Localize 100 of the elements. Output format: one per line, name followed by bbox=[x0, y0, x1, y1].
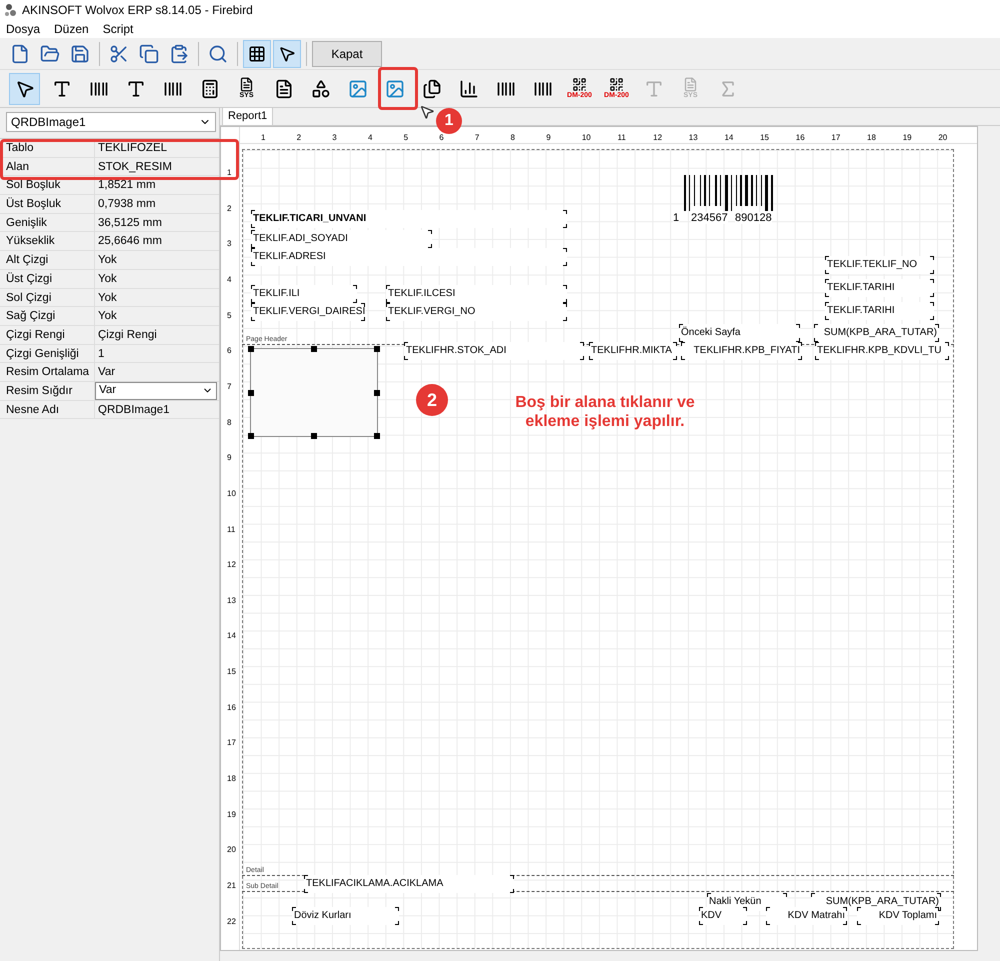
report-field[interactable]: Önceki Sayfa bbox=[679, 324, 800, 342]
property-value[interactable]: TEKLIFOZEL bbox=[95, 139, 217, 157]
barcode-digits: 234567 bbox=[691, 212, 728, 224]
report-field[interactable]: TEKLIF.TEKLIF_NO bbox=[825, 256, 934, 274]
app-icon bbox=[4, 3, 18, 17]
property-value[interactable]: Yok bbox=[95, 288, 217, 306]
report-field[interactable]: TEKLIFHR.KPB_FIYATI bbox=[681, 342, 802, 360]
property-value[interactable]: QRDBImage1 bbox=[95, 400, 217, 418]
image-icon bbox=[348, 78, 368, 98]
ruler-number: 6 bbox=[227, 346, 232, 356]
property-dropdown[interactable]: Var bbox=[95, 382, 217, 400]
barcode-digits: 890128 bbox=[735, 212, 772, 224]
ruler-number: 9 bbox=[546, 133, 551, 143]
ruler-number: 9 bbox=[227, 453, 232, 464]
property-name: Yükseklik bbox=[0, 232, 95, 250]
ruler-number: 16 bbox=[227, 702, 236, 713]
memo-icon bbox=[274, 78, 294, 98]
snap-icon bbox=[278, 44, 296, 62]
ruler-number: 17 bbox=[227, 738, 236, 748]
ruler-number: 3 bbox=[332, 133, 337, 143]
ruler-number: 12 bbox=[227, 560, 236, 570]
text-icon bbox=[644, 78, 664, 98]
ruler-number: 8 bbox=[227, 418, 232, 428]
property-name: Nesne Adı bbox=[0, 400, 95, 418]
object-selector[interactable]: QRDBImage1 bbox=[6, 112, 216, 132]
cursor-icon bbox=[419, 104, 435, 120]
ruler-number: 12 bbox=[653, 133, 662, 143]
ruler-number: 2 bbox=[296, 133, 302, 143]
property-value[interactable]: 0,7938 mm bbox=[95, 195, 217, 213]
ruler-number: 20 bbox=[938, 133, 948, 143]
ruler-number: 1 bbox=[261, 133, 266, 143]
report-field[interactable]: SUM(KPB_ARA_TUTAR) bbox=[814, 324, 939, 342]
report-field[interactable]: KDV bbox=[699, 907, 747, 925]
property-name: Genişlik bbox=[0, 214, 95, 232]
ruler-number: 19 bbox=[902, 133, 912, 143]
property-value[interactable]: Yok bbox=[95, 270, 217, 288]
report-field[interactable]: TEKLIFHR.STOK_ADI bbox=[404, 342, 584, 360]
shape-icon bbox=[310, 78, 330, 98]
ruler-number: 21 bbox=[227, 881, 236, 891]
close-button[interactable]: Kapat bbox=[312, 40, 382, 66]
property-value[interactable]: 25,6646 mm bbox=[95, 232, 217, 250]
ruler-number: 13 bbox=[688, 133, 698, 143]
property-value[interactable]: 1 bbox=[95, 344, 217, 362]
report-field[interactable]: TEKLIF.TARIHI bbox=[825, 302, 934, 320]
report-tab[interactable]: Report1 bbox=[222, 107, 274, 125]
report-field[interactable]: TEKLIF.ADRESI bbox=[251, 248, 567, 266]
property-name: Tablo bbox=[0, 139, 95, 157]
ruler-number: 11 bbox=[618, 133, 626, 143]
system-data-icon bbox=[683, 77, 698, 92]
report-field[interactable]: TEKLIF.TARIHI bbox=[825, 279, 934, 297]
report-field[interactable]: TEKLIF.VERGI_NO bbox=[386, 303, 567, 321]
toggle-button[interactable] bbox=[273, 40, 301, 68]
property-value[interactable]: Yok bbox=[95, 307, 217, 325]
ruler-number: 15 bbox=[760, 133, 769, 143]
ruler-number: 7 bbox=[474, 133, 480, 143]
data-text-icon bbox=[126, 78, 146, 98]
copy-icon bbox=[139, 44, 159, 64]
property-value[interactable]: 1,8521 mm bbox=[95, 176, 217, 194]
property-name: Çizgi Rengi bbox=[0, 326, 95, 344]
report-field[interactable]: TEKLIFHR.MIKTA bbox=[589, 342, 677, 360]
property-value[interactable]: Yok bbox=[95, 251, 217, 269]
report-field[interactable]: TEKLIF.TICARI_UNVANI bbox=[251, 210, 567, 228]
report-field[interactable]: TEKLIF.ILCESI bbox=[386, 285, 567, 303]
report-field[interactable]: TEKLIF.ILI bbox=[251, 285, 357, 303]
ruler-number: 4 bbox=[368, 133, 372, 143]
ruler-number: 5 bbox=[227, 310, 232, 321]
report-field[interactable]: KDV Toplamı bbox=[857, 907, 939, 925]
report-field[interactable]: TEKLIFACIKLAMA.ACIKLAMA bbox=[304, 875, 514, 893]
property-value[interactable]: STOK_RESIM bbox=[95, 158, 217, 176]
report-field[interactable]: Döviz Kurları bbox=[292, 907, 399, 925]
menu-item[interactable]: Düzen bbox=[54, 20, 89, 38]
ruler-number: 17 bbox=[831, 133, 840, 143]
ruler-number: 18 bbox=[227, 774, 236, 784]
tool-button[interactable] bbox=[9, 72, 40, 104]
ruler-number: 4 bbox=[227, 274, 232, 285]
ruler-number: 15 bbox=[227, 667, 236, 678]
property-value[interactable]: 36,5125 mm bbox=[95, 214, 217, 232]
ruler-number: 22 bbox=[227, 916, 236, 927]
ruler-number: 2 bbox=[227, 204, 232, 214]
cut-icon bbox=[109, 44, 129, 64]
property-name: Sol Çizgi bbox=[0, 288, 95, 306]
save-icon bbox=[70, 44, 90, 64]
folder-icon bbox=[40, 44, 60, 64]
matrix-code-icon bbox=[609, 77, 624, 92]
step-badge: 1 bbox=[436, 108, 462, 134]
report-field[interactable]: TEKLIFHR.KPB_KDVLI_TU bbox=[815, 342, 949, 360]
ruler-number: 3 bbox=[227, 239, 232, 250]
ruler-number: 7 bbox=[227, 382, 232, 392]
ruler-number: 19 bbox=[227, 810, 236, 820]
preview-icon bbox=[208, 44, 228, 64]
toggle-button[interactable] bbox=[243, 40, 271, 68]
property-value[interactable]: Var bbox=[95, 363, 217, 381]
report-field[interactable]: TEKLIF.ADI_SOYADI bbox=[251, 230, 432, 248]
menu-item[interactable]: Script bbox=[102, 20, 134, 38]
report-field[interactable]: TEKLIF.VERGI_DAIRESI bbox=[251, 303, 365, 321]
property-value[interactable]: Çizgi Rengi bbox=[95, 326, 217, 344]
ruler-number: 8 bbox=[510, 133, 515, 143]
menu-item[interactable]: Dosya bbox=[6, 20, 40, 38]
image-component[interactable] bbox=[250, 348, 378, 437]
report-field[interactable]: KDV Matrahı bbox=[766, 907, 847, 925]
